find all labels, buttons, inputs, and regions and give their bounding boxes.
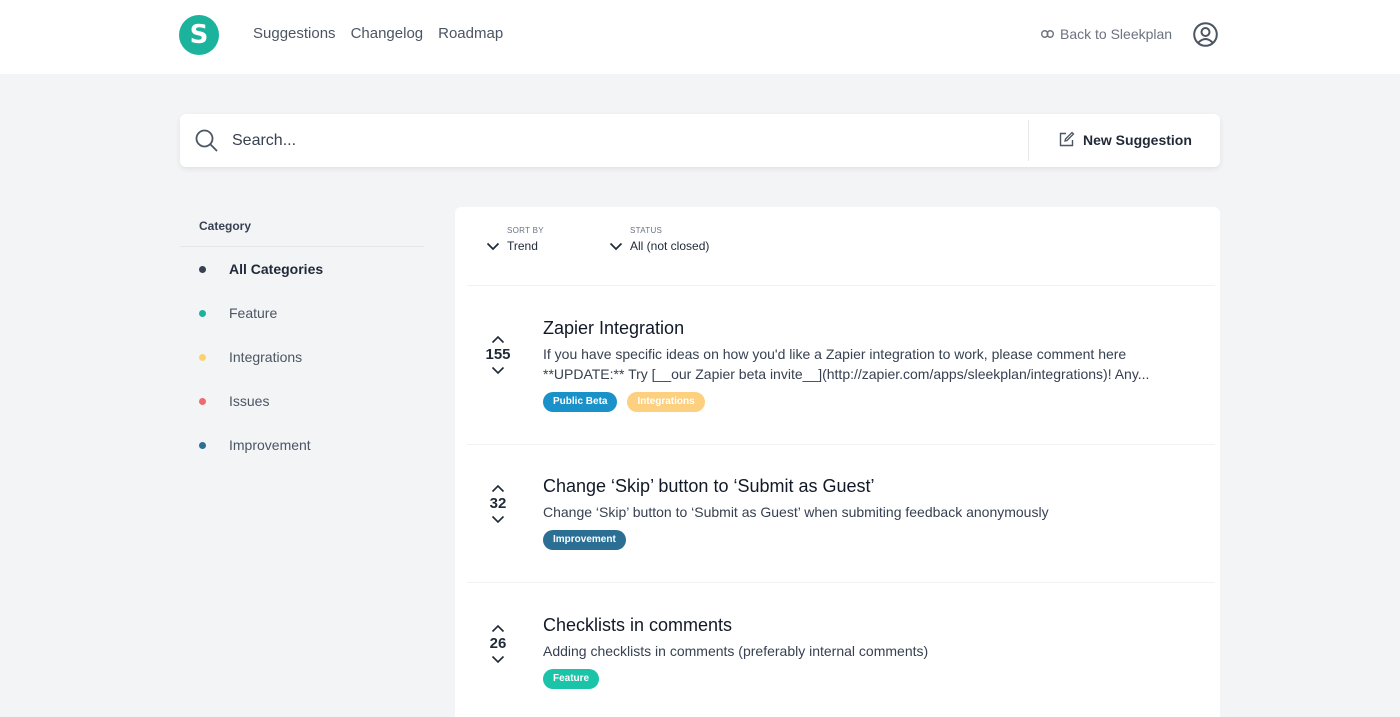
category-heading: Category <box>199 219 252 233</box>
tag-badge[interactable]: Improvement <box>543 530 626 550</box>
top-bar: S Suggestions Changelog Roadmap Back to … <box>0 0 1400 74</box>
new-suggestion-label: New Suggestion <box>1083 131 1192 148</box>
back-link-label: Back to Sleekplan <box>1060 26 1173 42</box>
chevron-down-icon <box>609 242 623 251</box>
vote-control: 32 <box>473 484 523 524</box>
post-title[interactable]: Change ‘Skip’ button to ‘Submit as Guest… <box>543 474 1183 498</box>
status-dropdown[interactable]: STATUS All (not closed) <box>609 225 709 253</box>
post-tags: Feature <box>543 669 1183 689</box>
row-divider <box>467 582 1215 583</box>
back-to-sleekplan-link[interactable]: Back to Sleekplan <box>1041 26 1172 42</box>
category-label: All Categories <box>229 261 324 277</box>
logo-letter: S <box>189 20 209 50</box>
sort-by-dropdown[interactable]: SORT BY Trend <box>486 225 544 253</box>
category-issues[interactable]: Issues <box>199 393 269 409</box>
post-tags: Improvement <box>543 530 1183 550</box>
post-description: If you have specific ideas on how you'd … <box>543 344 1183 384</box>
search-bar: New Suggestion <box>180 114 1220 167</box>
tag-badge[interactable]: Public Beta <box>543 392 618 412</box>
category-dot <box>199 353 206 361</box>
upvote-chevron-icon[interactable] <box>491 624 505 633</box>
category-all[interactable]: All Categories <box>199 261 323 277</box>
tag-badge[interactable]: Integrations <box>627 392 705 412</box>
nav-roadmap-link[interactable]: Roadmap <box>438 25 503 42</box>
suggestions-panel: SORT BY Trend STATUS All (not closed) 15… <box>455 207 1220 717</box>
edit-icon <box>1059 131 1075 147</box>
category-integrations[interactable]: Integrations <box>199 349 302 365</box>
upvote-chevron-icon[interactable] <box>491 484 505 493</box>
sleekplan-logo[interactable]: S <box>179 15 219 55</box>
search-icon <box>195 129 218 152</box>
post-description-line: **UPDATE:** Try [__our Zapier beta invit… <box>543 366 1150 382</box>
vote-control: 26 <box>473 624 523 664</box>
vote-count: 155 <box>485 346 511 363</box>
row-divider <box>467 444 1215 445</box>
search-divider <box>1028 120 1029 161</box>
status-value: All (not closed) <box>630 239 710 253</box>
post-description: Adding checklists in comments (preferabl… <box>543 643 929 659</box>
search-input[interactable] <box>232 126 1012 156</box>
post-title[interactable]: Checklists in comments <box>543 613 1183 637</box>
category-improvement[interactable]: Improvement <box>199 437 311 453</box>
tag-badge[interactable]: Feature <box>543 669 600 689</box>
category-dot <box>199 309 206 317</box>
post-item: Change ‘Skip’ button to ‘Submit as Guest… <box>543 474 1183 550</box>
category-dot <box>199 441 206 449</box>
main-nav: Suggestions Changelog Roadmap <box>253 25 503 42</box>
sort-by-caption: SORT BY <box>507 226 544 235</box>
category-divider <box>180 246 424 247</box>
post-tags: Public Beta Integrations <box>543 392 1183 412</box>
category-label: Issues <box>229 393 270 409</box>
category-label: Feature <box>229 305 278 321</box>
downvote-chevron-icon[interactable] <box>491 515 505 524</box>
downvote-chevron-icon[interactable] <box>491 366 505 375</box>
category-feature[interactable]: Feature <box>199 305 277 321</box>
chevron-down-icon <box>486 242 500 251</box>
sort-by-value: Trend <box>507 239 538 253</box>
category-label: Improvement <box>229 437 311 453</box>
vote-count: 32 <box>489 495 507 512</box>
category-dot <box>199 265 206 273</box>
vote-control: 155 <box>473 335 523 375</box>
downvote-chevron-icon[interactable] <box>491 655 505 664</box>
post-title[interactable]: Zapier Integration <box>543 316 1183 340</box>
category-label: Integrations <box>229 349 303 365</box>
post-description-line: If you have specific ideas on how you'd … <box>543 346 1127 362</box>
new-suggestion-button[interactable]: New Suggestion <box>1058 131 1192 148</box>
account-circle-icon[interactable] <box>1193 22 1218 47</box>
row-divider <box>467 285 1215 286</box>
category-dot <box>199 397 206 405</box>
upvote-chevron-icon[interactable] <box>491 335 505 344</box>
vote-count: 26 <box>489 635 507 652</box>
nav-suggestions-link[interactable]: Suggestions <box>253 25 336 42</box>
status-caption: STATUS <box>630 226 663 235</box>
post-item: Zapier Integration If you have specific … <box>543 316 1183 412</box>
link-icon <box>1041 30 1054 38</box>
nav-changelog-link[interactable]: Changelog <box>351 25 424 42</box>
post-description: Change ‘Skip’ button to ‘Submit as Guest… <box>543 504 1049 520</box>
post-item: Checklists in comments Adding checklists… <box>543 613 1183 689</box>
